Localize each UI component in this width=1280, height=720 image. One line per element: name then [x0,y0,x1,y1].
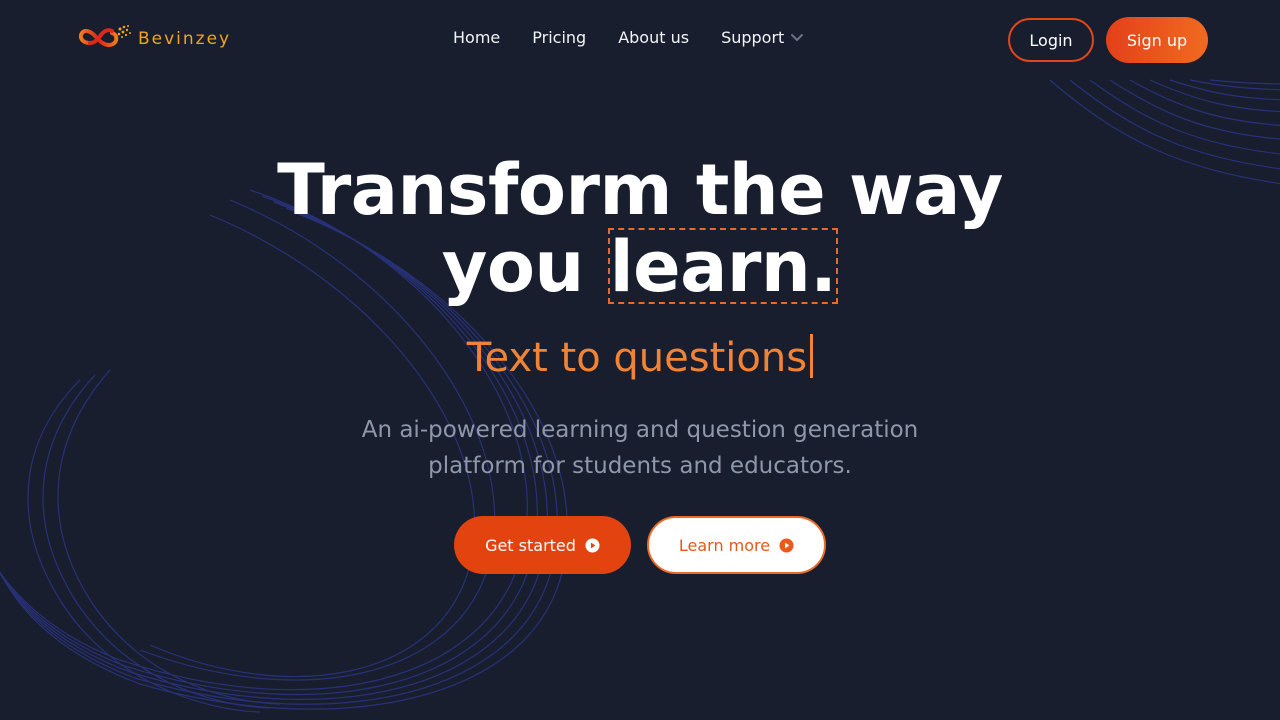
nav-link-support[interactable]: Support [721,28,804,47]
typing-text-value: Text to questions [466,335,808,381]
play-circle-icon [779,538,794,553]
learn-more-button[interactable]: Learn more [647,516,826,574]
nav-link-pricing[interactable]: Pricing [532,28,586,47]
landing-page: Bevinzey Home Pricing About us Support L… [0,0,1280,720]
nav-link-about-us[interactable]: About us [618,28,689,47]
brand-logo[interactable]: Bevinzey [76,20,231,58]
hero-subtitle: An ai-powered learning and question gene… [361,417,919,479]
nav-link-home[interactable]: Home [453,28,500,47]
infinity-logo-icon [78,25,131,48]
headline-line-2: you learn. [0,228,1280,305]
play-circle-icon [585,538,600,553]
signup-button[interactable]: Sign up [1106,17,1208,63]
typing-text: Text to questions [0,332,1280,384]
login-button[interactable]: Login [1008,18,1094,62]
nav-link-support-label: Support [721,28,785,47]
hero-headline: Transform the way you learn. [0,152,1280,305]
headline-highlight: learn. [607,226,839,308]
get-started-label: Get started [485,535,576,555]
learn-more-label: Learn more [678,535,771,555]
cta-row: Get started Learn more [454,516,826,574]
brand-name: Bevinzey [138,29,232,49]
get-started-button[interactable]: Get started [454,516,631,574]
chevron-down-icon [790,28,804,47]
headline-prefix: you [441,226,585,308]
primary-nav: Home Pricing About us Support [453,28,804,47]
headline-line-1: Transform the way [277,149,1003,231]
top-navbar: Bevinzey Home Pricing About us Support L… [0,0,1280,80]
text-cursor [810,334,814,378]
